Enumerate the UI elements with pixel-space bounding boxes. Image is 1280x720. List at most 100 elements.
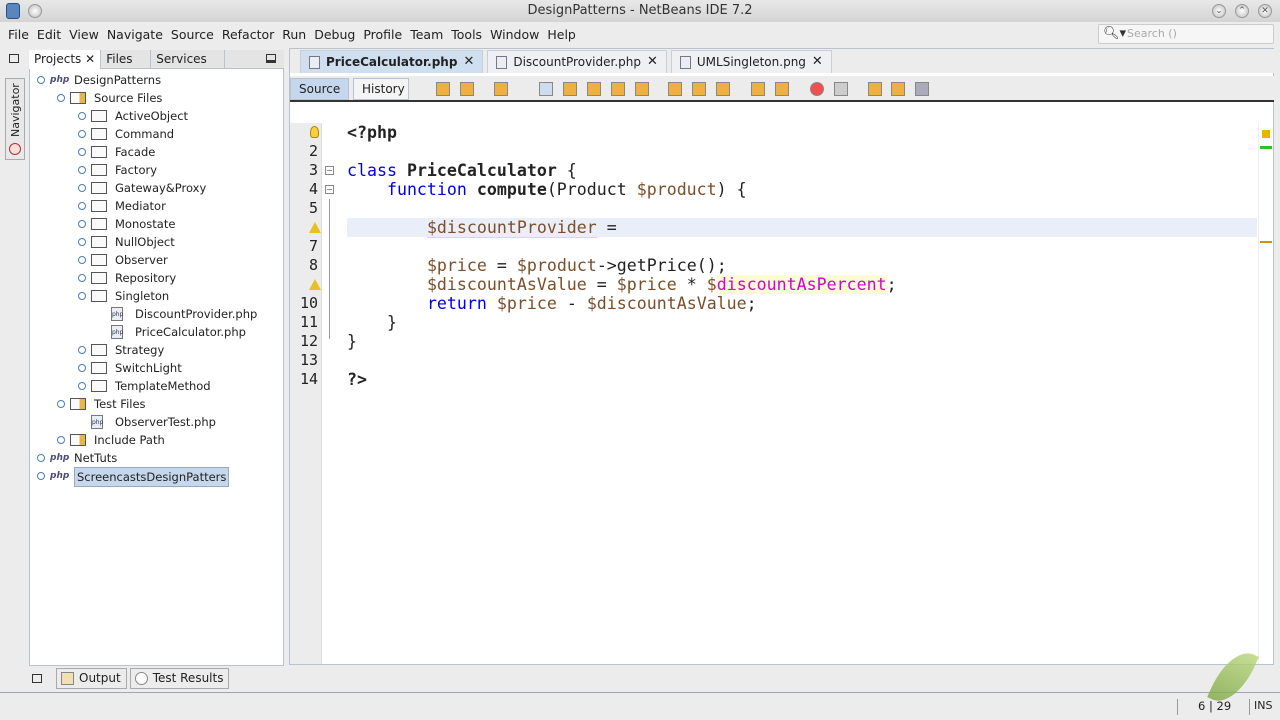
- lightbulb-icon[interactable]: [310, 126, 319, 138]
- warning-icon[interactable]: [309, 222, 321, 233]
- menu-file[interactable]: File: [4, 27, 33, 42]
- menu-edit[interactable]: Edit: [33, 27, 65, 42]
- tree-item-label: Singleton: [115, 289, 170, 303]
- menu-window[interactable]: Window: [486, 27, 543, 42]
- stop-macro-icon[interactable]: [834, 82, 848, 96]
- menu-help[interactable]: Help: [543, 27, 580, 42]
- expand-toggle-icon[interactable]: [78, 292, 86, 300]
- expand-toggle-icon[interactable]: [57, 436, 65, 444]
- tab-files[interactable]: Files: [101, 50, 152, 69]
- minimize-button[interactable]: ⌄: [1212, 4, 1226, 18]
- cursor-position: 6 | 29: [1198, 699, 1232, 713]
- expand-toggle-icon[interactable]: [57, 400, 65, 408]
- start-macro-icon[interactable]: [810, 82, 824, 96]
- restore-window-icon[interactable]: [9, 54, 19, 63]
- tree-item-label: ActiveObject: [115, 109, 189, 123]
- expand-toggle-icon[interactable]: [78, 202, 86, 210]
- source-view-button[interactable]: Source: [290, 78, 349, 100]
- comment-icon[interactable]: [868, 82, 882, 96]
- folder-icon: [91, 200, 107, 212]
- expand-toggle-icon[interactable]: [78, 184, 86, 192]
- menu-refactor[interactable]: Refactor: [218, 27, 278, 42]
- previous-bookmark-icon[interactable]: [668, 82, 682, 96]
- tree-item-label: Strategy: [115, 343, 165, 357]
- warning-icon[interactable]: [309, 279, 321, 290]
- app-logo-icon: [6, 3, 20, 19]
- expand-toggle-icon[interactable]: [37, 76, 45, 84]
- status-bar: 6 | 29 INS: [0, 692, 1280, 720]
- menu-run[interactable]: Run: [278, 27, 310, 42]
- tree-item-label: Command: [115, 127, 175, 141]
- warning-marker-icon[interactable]: [1262, 130, 1270, 138]
- expand-toggle-icon[interactable]: [78, 166, 86, 174]
- menu-navigate[interactable]: Navigate: [103, 27, 167, 42]
- line-number: 10: [299, 294, 318, 312]
- menu-source[interactable]: Source: [167, 27, 218, 42]
- shift-left-icon[interactable]: [751, 82, 765, 96]
- close-tab-icon[interactable]: ✕: [812, 51, 823, 73]
- code-token: =: [586, 275, 617, 294]
- code-line: $discountProvider =: [347, 218, 617, 238]
- output-tab[interactable]: Output: [56, 668, 127, 689]
- test-results-tab[interactable]: Test Results: [129, 668, 230, 689]
- menu-tools[interactable]: Tools: [447, 27, 486, 42]
- maximize-button[interactable]: ⌃: [1235, 4, 1249, 18]
- expand-toggle-icon[interactable]: [78, 148, 86, 156]
- editor-tab[interactable]: DiscountProvider.php ✕: [487, 50, 667, 73]
- window-menu-button[interactable]: [28, 4, 42, 18]
- code-token: ;: [746, 294, 757, 313]
- error-stripe[interactable]: [1258, 123, 1273, 664]
- toggle-highlight-icon[interactable]: [611, 82, 625, 96]
- navigator-side-tab[interactable]: Navigator: [5, 78, 25, 160]
- rectangular-selection-icon[interactable]: [635, 82, 649, 96]
- code-token: {: [556, 161, 577, 180]
- close-tab-icon[interactable]: ✕: [463, 51, 474, 73]
- toggle-bookmark-icon[interactable]: [716, 82, 730, 96]
- next-edit-icon[interactable]: [494, 82, 508, 96]
- search-input[interactable]: 🔍︎▾ Search (): [1098, 24, 1274, 44]
- expand-toggle-icon[interactable]: [37, 472, 45, 480]
- expand-toggle-icon[interactable]: [78, 274, 86, 282]
- previous-edit-icon[interactable]: [460, 82, 474, 96]
- expand-toggle-icon[interactable]: [78, 130, 86, 138]
- minimize-panel-icon[interactable]: [266, 54, 276, 63]
- expand-toggle-icon[interactable]: [78, 346, 86, 354]
- folder-icon: [91, 128, 107, 140]
- find-icon[interactable]: [539, 82, 553, 96]
- editor-tab[interactable]: UMLSingleton.png ✕: [670, 50, 832, 73]
- expand-toggle-icon[interactable]: [78, 382, 86, 390]
- warning-line-marker[interactable]: [1260, 241, 1272, 243]
- fold-toggle-icon[interactable]: −: [325, 166, 334, 175]
- close-button[interactable]: ✕: [1258, 4, 1272, 18]
- fold-toggle-icon[interactable]: −: [325, 185, 334, 194]
- expand-toggle-icon[interactable]: [37, 454, 45, 462]
- history-view-button[interactable]: History: [353, 78, 409, 100]
- find-previous-icon[interactable]: [563, 82, 577, 96]
- tree-item-label: Repository: [115, 271, 177, 285]
- restore-output-icon[interactable]: [32, 674, 42, 683]
- tab-projects[interactable]: Projects ✕: [29, 50, 102, 69]
- back-to-last-edit-icon[interactable]: [436, 82, 450, 96]
- close-tab-icon[interactable]: ✕: [647, 51, 658, 73]
- tree-item-label: DesignPatterns: [74, 73, 162, 87]
- tab-services[interactable]: Services: [151, 50, 226, 69]
- expand-toggle-icon[interactable]: [78, 364, 86, 372]
- menu-team[interactable]: Team: [406, 27, 447, 42]
- database-icon[interactable]: [915, 82, 929, 96]
- expand-toggle-icon[interactable]: [78, 256, 86, 264]
- expand-toggle-icon[interactable]: [78, 112, 86, 120]
- expand-toggle-icon[interactable]: [78, 238, 86, 246]
- code-token: $price: [616, 275, 677, 294]
- close-icon[interactable]: ✕: [85, 52, 95, 66]
- editor-tab[interactable]: PriceCalculator.php ✕: [300, 50, 484, 73]
- next-bookmark-icon[interactable]: [692, 82, 706, 96]
- menu-profile[interactable]: Profile: [359, 27, 406, 42]
- menu-view[interactable]: View: [65, 27, 103, 42]
- shift-right-icon[interactable]: [775, 82, 789, 96]
- find-next-icon[interactable]: [587, 82, 601, 96]
- code-token: $price: [496, 294, 557, 313]
- uncomment-icon[interactable]: [891, 82, 905, 96]
- expand-toggle-icon[interactable]: [78, 220, 86, 228]
- menu-debug[interactable]: Debug: [310, 27, 359, 42]
- expand-toggle-icon[interactable]: [57, 94, 65, 102]
